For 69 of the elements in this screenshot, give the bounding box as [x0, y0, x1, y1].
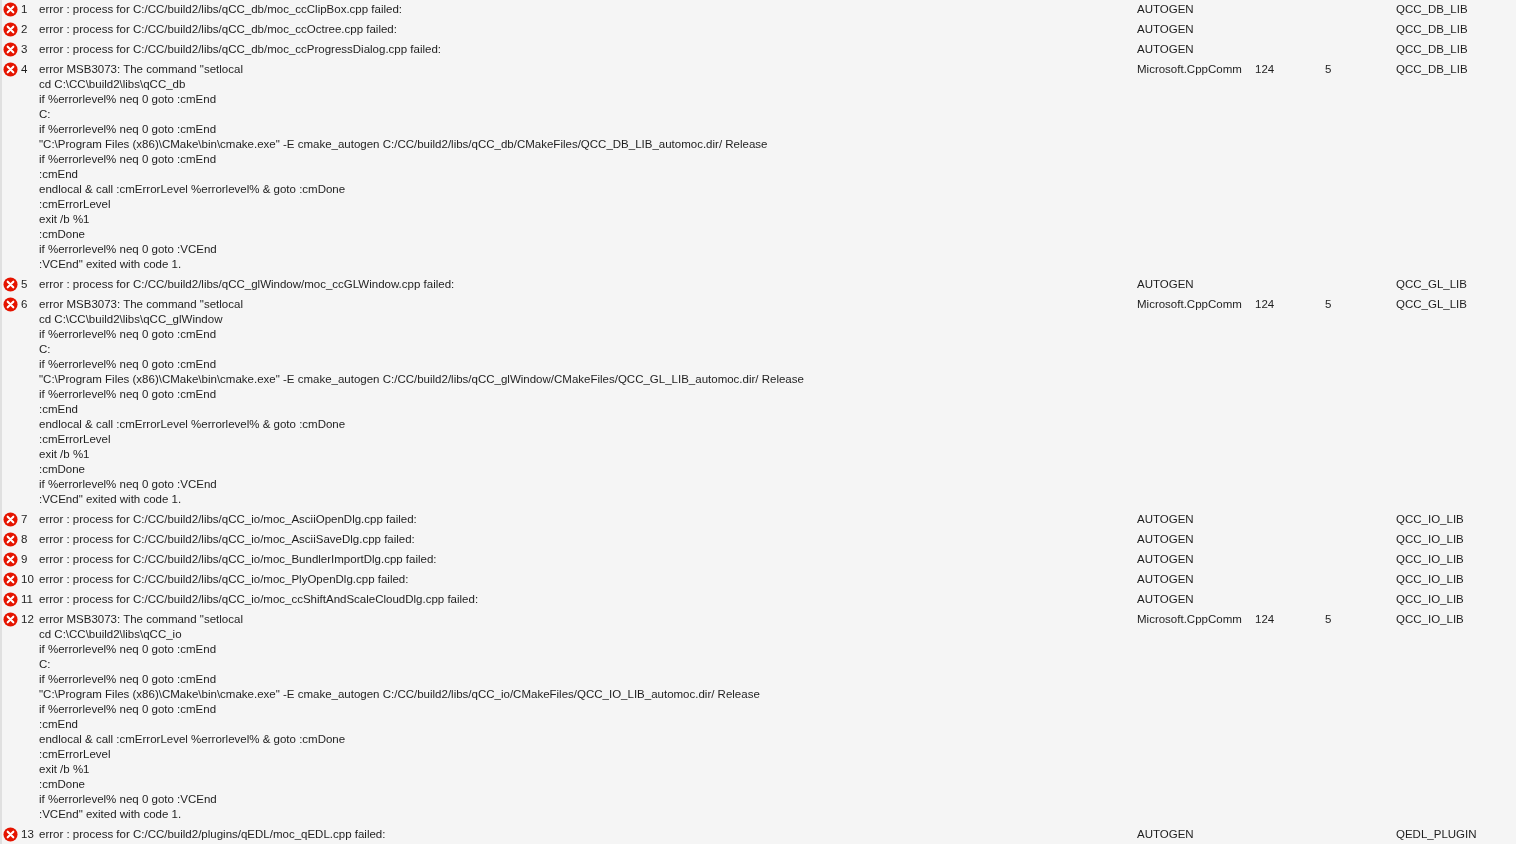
file-cell-text: Microsoft.CppComm: [1137, 62, 1243, 77]
error-description: error : process for C:/CC/build2/libs/qCC_io/moc_ccShiftAndScaleCloudDlg.cpp failed:: [39, 592, 480, 607]
row-number: 11: [20, 592, 34, 607]
error-icon: [3, 512, 18, 527]
project-cell: QCC_IO_LIB: [1396, 572, 1464, 587]
file-cell-text: AUTOGEN: [1137, 572, 1195, 587]
row-number: 6: [20, 297, 29, 312]
error-description: error : process for C:/CC/build2/libs/qCC_io/moc_AsciiOpenDlg.cpp failed:: [39, 512, 418, 527]
row-number: 13: [20, 827, 35, 842]
project-cell: QCC_IO_LIB: [1396, 592, 1464, 607]
error-description: error : process for C:/CC/build2/libs/qCC_io/moc_BundlerImportDlg.cpp failed:: [39, 552, 438, 567]
project-cell: QCC_IO_LIB: [1396, 552, 1464, 567]
project-cell: QCC_IO_LIB: [1396, 532, 1464, 547]
file-cell-text: AUTOGEN: [1137, 42, 1195, 57]
error-icon: [3, 297, 18, 312]
error-description: error : process for C:/CC/build2/libs/qCC_io/moc_PlyOpenDlg.cpp failed:: [39, 572, 410, 587]
file-cell-text: AUTOGEN: [1137, 512, 1195, 527]
row-number: 2: [20, 22, 29, 37]
file-cell-text: AUTOGEN: [1137, 552, 1195, 567]
row-number: 7: [20, 512, 29, 527]
error-description: error : process for C:/CC/build2/libs/qCC_io/moc_AsciiSaveDlg.cpp failed:: [39, 532, 416, 547]
row-number: 8: [20, 532, 29, 547]
error-icon: [3, 572, 18, 587]
error-icon: [3, 277, 18, 292]
project-cell: QCC_DB_LIB: [1396, 42, 1468, 57]
error-description: error MSB3073: The command "setlocal cd C:\CC\build2\libs\qCC_glWindow if %errorlevel% neq 0 goto :cmEnd C: if %errorlevel% neq 0 goto :cmEnd "C:\Program Files (x86)\CMake\bin\cmake.exe" -E cmake_autogen C:/CC/build2/libs/qCC_glWindow/CMakeFiles/QCC_GL_LIB_automoc.dir/ Release if %errorlevel% neq 0 goto :cmEnd :cmEnd endlocal & call :cmErrorLevel %errorlevel% & goto :cmDone :cmErrorLevel exit /b %1 :cmDone if %errorlevel% neq 0 goto :VCEnd :VCEnd" exited with code 1.: [39, 297, 805, 507]
error-description: error : process for C:/CC/build2/libs/qCC_db/moc_ccClipBox.cpp failed:: [39, 2, 404, 17]
file-cell-text: AUTOGEN: [1137, 22, 1195, 37]
file-cell-text: AUTOGEN: [1137, 277, 1195, 292]
error-icon: [3, 532, 18, 547]
error-description: error MSB3073: The command "setlocal cd C:\CC\build2\libs\qCC_io if %errorlevel% neq 0 goto :cmEnd C: if %errorlevel% neq 0 goto :cmEnd "C:\Program Files (x86)\CMake\bin\cmake.exe" -E cmake_autogen C:/CC/build2/libs/qCC_io/CMakeFiles/QCC_IO_LIB_automoc.dir/ Release if %errorlevel% neq 0 goto :cmEnd :cmEnd endlocal & call :cmErrorLevel %errorlevel% & goto :cmDone :cmErrorLevel exit /b %1 :cmDone if %errorlevel% neq 0 goto :VCEnd :VCEnd" exited with code 1.: [39, 612, 761, 822]
project-cell: QCC_IO_LIB: [1396, 612, 1464, 627]
error-icon: [3, 22, 18, 37]
row-number: 10: [20, 572, 35, 587]
row-number: 12: [20, 612, 35, 627]
project-cell: QCC_DB_LIB: [1396, 22, 1468, 37]
error-icon: [3, 612, 18, 627]
column-cell-text: 5: [1325, 297, 1333, 312]
row-number: 1: [20, 2, 29, 17]
error-icon: [3, 552, 18, 567]
file-cell-text: AUTOGEN: [1137, 592, 1195, 607]
row-number: 9: [20, 552, 29, 567]
file-cell-text: AUTOGEN: [1137, 2, 1195, 17]
project-cell: QEDL_PLUGIN: [1396, 827, 1477, 842]
row-number: 4: [20, 62, 29, 77]
error-icon: [3, 62, 18, 77]
project-cell: QCC_IO_LIB: [1396, 512, 1464, 527]
file-cell-text: Microsoft.CppComm: [1137, 297, 1243, 312]
file-cell-text: AUTOGEN: [1137, 827, 1195, 842]
file-cell-text: AUTOGEN: [1137, 532, 1195, 547]
project-cell: QCC_DB_LIB: [1396, 2, 1468, 17]
line-cell-text: 124: [1255, 62, 1276, 77]
row-number: 5: [20, 277, 29, 292]
error-icon: [3, 592, 18, 607]
row-number: 3: [20, 42, 29, 57]
column-cell-text: 5: [1325, 62, 1333, 77]
line-cell-text: 124: [1255, 297, 1276, 312]
error-description: error : process for C:/CC/build2/libs/qCC_db/moc_ccOctree.cpp failed:: [39, 22, 398, 37]
file-cell-text: Microsoft.CppComm: [1137, 612, 1243, 627]
project-cell: QCC_GL_LIB: [1396, 297, 1467, 312]
line-cell-text: 124: [1255, 612, 1276, 627]
error-description: error : process for C:/CC/build2/libs/qCC_glWindow/moc_ccGLWindow.cpp failed:: [39, 277, 456, 292]
project-cell: QCC_GL_LIB: [1396, 277, 1467, 292]
column-cell-text: 5: [1325, 612, 1333, 627]
error-description: error : process for C:/CC/build2/plugins/qEDL/moc_qEDL.cpp failed:: [39, 827, 387, 842]
project-cell: QCC_DB_LIB: [1396, 62, 1468, 77]
error-icon: [3, 42, 18, 57]
error-description: error MSB3073: The command "setlocal cd C:\CC\build2\libs\qCC_db if %errorlevel% neq 0 goto :cmEnd C: if %errorlevel% neq 0 goto :cmEnd "C:\Program Files (x86)\CMake\bin\cmake.exe" -E cmake_autogen C:/CC/build2/libs/qCC_db/CMakeFiles/QCC_DB_LIB_automoc.dir/ Release if %errorlevel% neq 0 goto :cmEnd :cmEnd endlocal & call :cmErrorLevel %errorlevel% & goto :cmDone :cmErrorLevel exit /b %1 :cmDone if %errorlevel% neq 0 goto :VCEnd :VCEnd" exited with code 1.: [39, 62, 769, 272]
error-description: error : process for C:/CC/build2/libs/qCC_db/moc_ccProgressDialog.cpp failed:: [39, 42, 443, 57]
